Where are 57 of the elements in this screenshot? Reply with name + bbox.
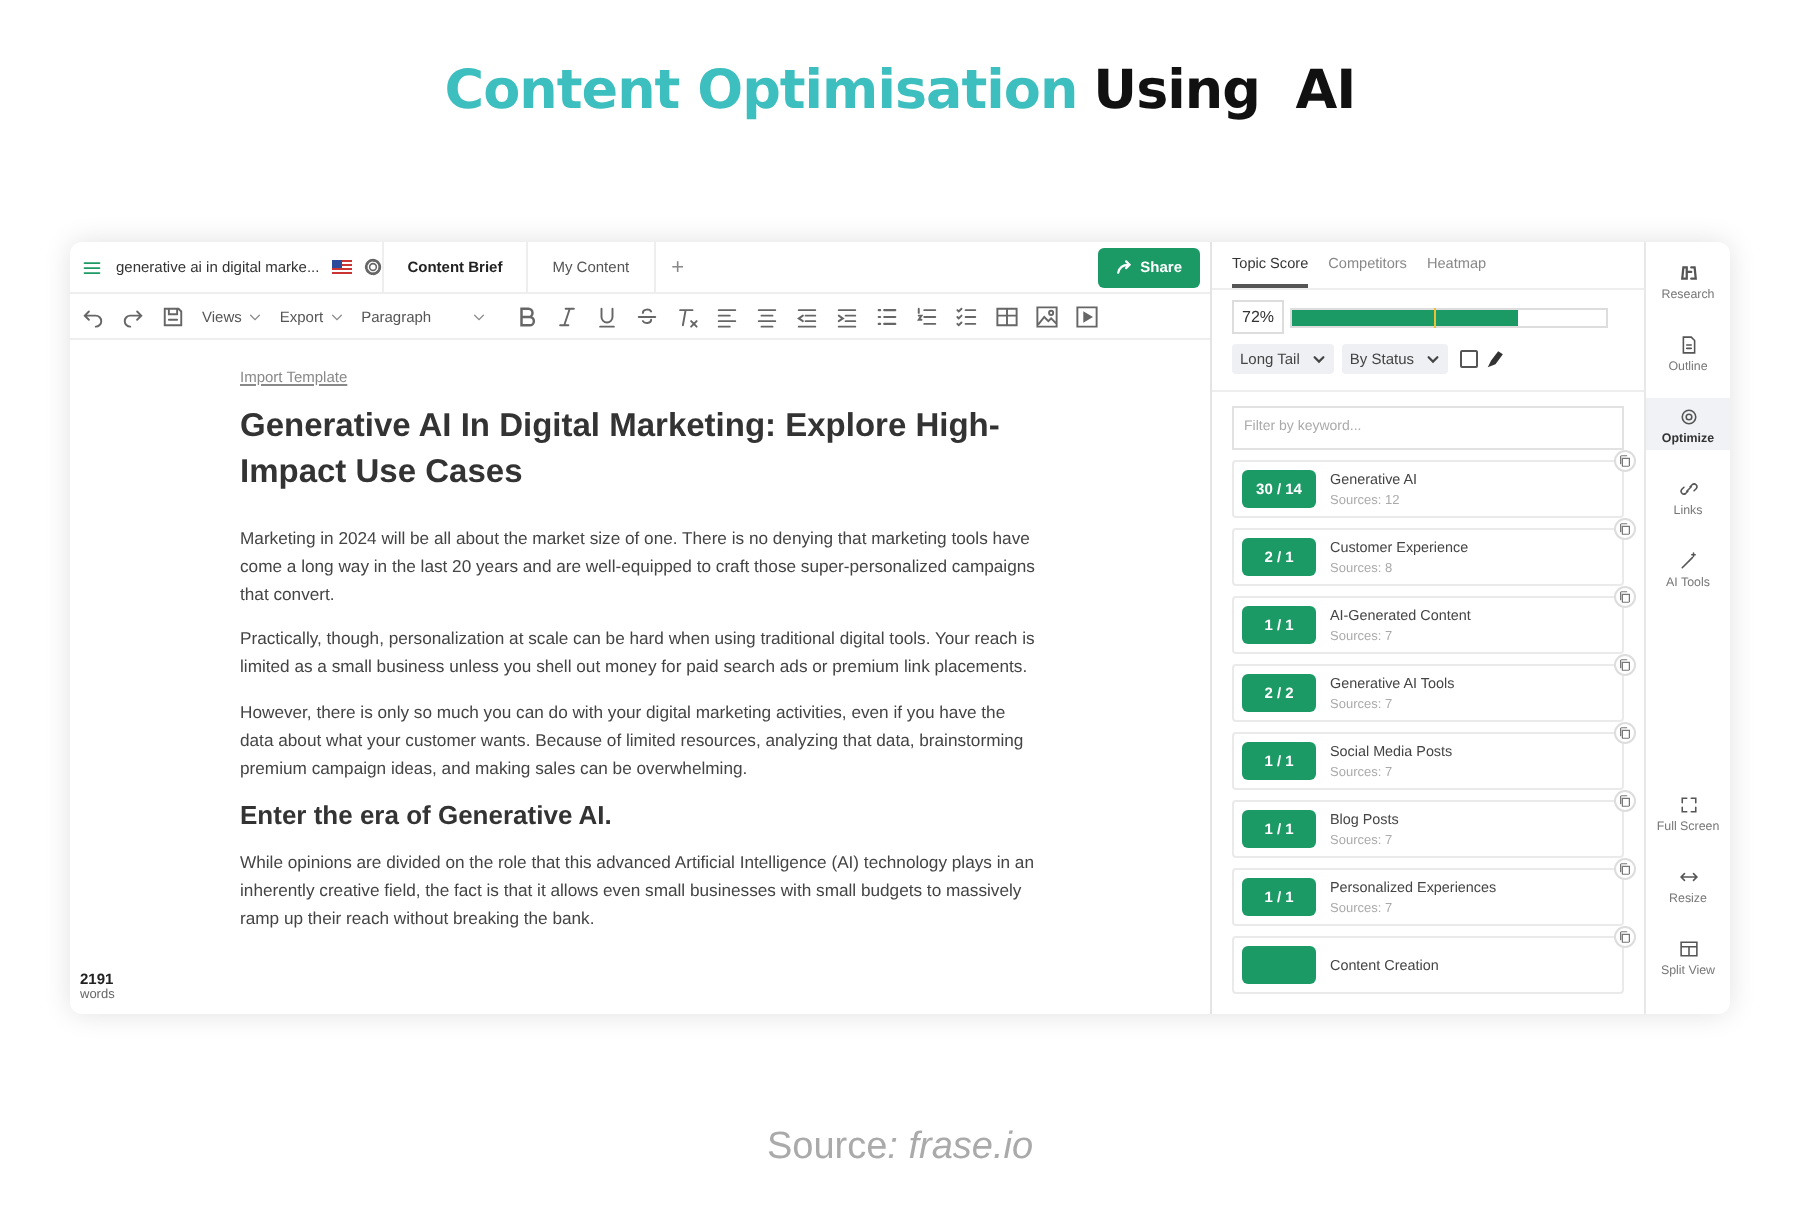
paragraph: However, there is only so much you can do with your digital marketing activities, even if you have the data about what your customer wants. Because of limited resources, analyzing that data, brainstorming premium campaign ideas, and making sales can be overwhelming. (240, 699, 1026, 782)
underline-icon[interactable] (595, 305, 618, 327)
section-heading: Enter the era of Generative AI. (240, 800, 614, 831)
source-label: Source (766, 1126, 888, 1170)
strikethrough-icon[interactable] (635, 305, 658, 327)
topic-score: 72% (1232, 300, 1285, 334)
undo-icon[interactable] (82, 305, 104, 327)
copy-icon[interactable] (1614, 721, 1636, 743)
copy-icon[interactable] (1614, 585, 1636, 607)
bold-icon[interactable] (515, 305, 538, 327)
paragraph: While opinions are divided on the role that this advanced Artificial Intelligence (AI) technology plays in an inherently creative field, the fact is that it allows even small businesses with small budgets to massively ramp up their reach without breaking the bank. (240, 850, 1036, 932)
link-icon (1679, 480, 1697, 498)
binoculars-icon (1679, 264, 1697, 282)
target-icon (1679, 408, 1697, 426)
resize-icon (1679, 868, 1697, 886)
paragraph: Practically, though, personalization at scale can be hard when using traditional digital tools. Your reach is limited as a small business unless you shell out money for paid search ads or premium link placements. (240, 626, 1036, 681)
headline-text: Using AI (1093, 60, 1356, 126)
flag-icon (331, 260, 352, 274)
source-value: : frase.io (887, 1126, 1034, 1170)
clear-format-icon[interactable] (675, 305, 698, 327)
expand-icon (1679, 796, 1697, 814)
copy-icon[interactable] (1614, 517, 1636, 539)
highlighter-icon[interactable] (1486, 350, 1504, 368)
italic-icon[interactable] (555, 305, 578, 327)
headline-highlight: Content Optimisation (444, 60, 1078, 126)
copy-icon[interactable] (1614, 925, 1636, 947)
indent-icon[interactable] (835, 305, 858, 327)
topic-score-badge (1242, 945, 1316, 983)
image-icon[interactable] (1035, 305, 1058, 327)
copy-icon[interactable] (1614, 449, 1636, 471)
copy-icon[interactable] (1614, 857, 1636, 879)
outdent-icon[interactable] (795, 305, 818, 327)
copy-icon[interactable] (1614, 653, 1636, 675)
caret-icon (1426, 352, 1440, 366)
document-icon (1679, 336, 1697, 354)
article-title: Generative AI In Digital Marketing: Explore High-Impact Use Cases (240, 406, 1002, 494)
caret-icon (1311, 352, 1326, 366)
wand-icon (1679, 552, 1697, 570)
table-icon[interactable] (995, 305, 1018, 327)
numbered-list-icon[interactable] (915, 305, 938, 327)
checklist-icon[interactable] (955, 305, 978, 327)
caret-icon (247, 309, 262, 323)
split-view-icon (1679, 940, 1697, 958)
menu-icon[interactable] (82, 257, 102, 277)
caret-icon (329, 309, 344, 323)
bullet-list-icon[interactable] (875, 305, 898, 327)
share-arrow-icon (1116, 258, 1135, 276)
highlight-checkbox[interactable] (1460, 350, 1478, 368)
caret-icon (471, 309, 486, 323)
redo-icon[interactable] (122, 305, 144, 327)
video-icon[interactable] (1075, 305, 1098, 327)
align-center-icon[interactable] (755, 305, 778, 327)
add-tab-button[interactable]: + (653, 242, 701, 292)
copy-icon[interactable] (1614, 789, 1636, 811)
save-icon[interactable] (162, 305, 184, 327)
paragraph: Marketing in 2024 will be all about the market size of one. There is no denying that marketing tools have come a long way in the last 20 years and are well-equipped to craft those super-personalized campaigns that convert. (240, 526, 1036, 608)
align-left-icon[interactable] (715, 305, 738, 327)
